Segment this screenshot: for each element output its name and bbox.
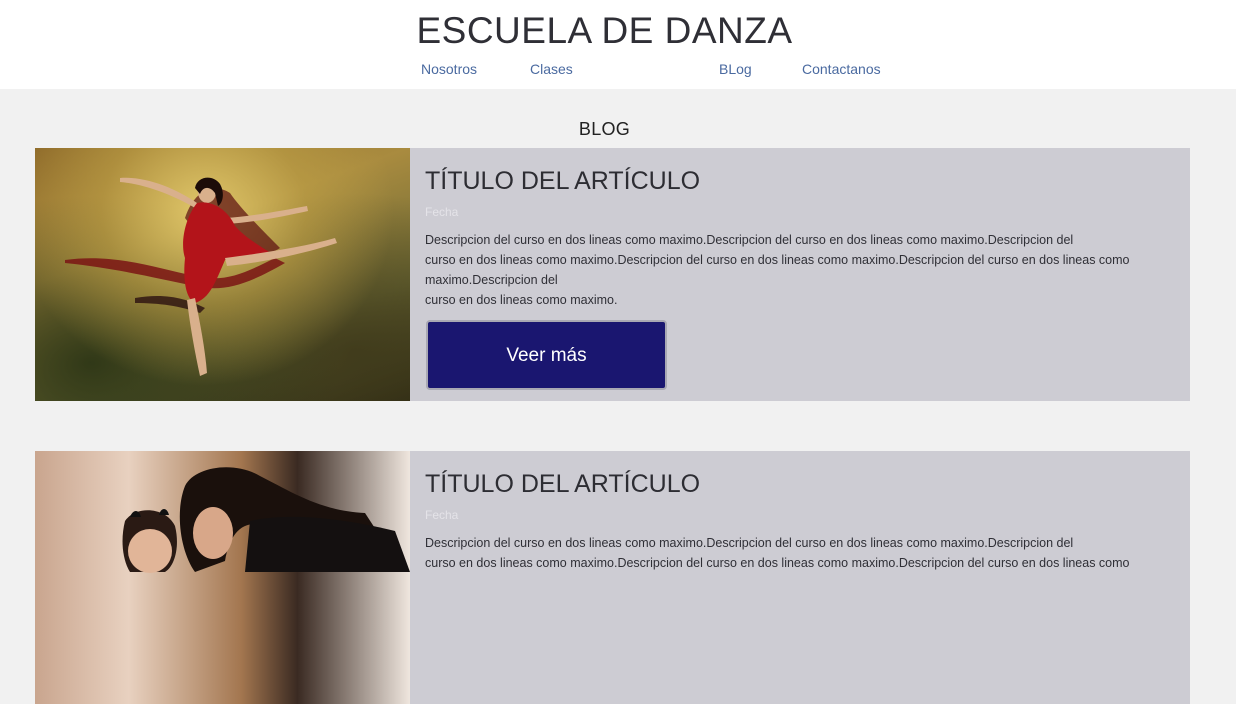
dancer-photo [35, 148, 410, 401]
nav-link-blog[interactable]: BLog [719, 61, 752, 77]
article-description-line: Descripcion del curso en dos lineas como… [425, 233, 1074, 247]
mother-child-figure-icon [122, 467, 410, 573]
article-description-line: curso en dos lineas como maximo.Descripc… [425, 253, 1130, 267]
article-card: TÍTULO DEL ARTÍCULO Fecha Descripcion de… [35, 148, 1190, 401]
article-description-line: maximo.Descripcion del [425, 273, 558, 287]
nav-link-clases[interactable]: Clases [530, 61, 573, 77]
section-title: BLOG [578, 119, 631, 139]
article-title: TÍTULO DEL ARTÍCULO [425, 470, 701, 498]
article-description-line: curso en dos lineas como maximo.Descripc… [425, 556, 1130, 570]
article-description-line: Descripcion del curso en dos lineas como… [425, 536, 1074, 550]
article-date: Fecha [425, 205, 459, 219]
dancer-figure-icon [65, 177, 337, 376]
mother-child-photo [35, 451, 410, 704]
nav-link-nosotros[interactable]: Nosotros [421, 61, 477, 77]
read-more-button[interactable]: Veer más [426, 320, 667, 390]
article-description-line: curso en dos lineas como maximo. [425, 293, 618, 307]
article-description: Descripcion del curso en dos lineas como… [425, 533, 1170, 573]
nav-link-contactanos[interactable]: Contactanos [802, 61, 881, 77]
article-title: TÍTULO DEL ARTÍCULO [425, 167, 701, 195]
site-title: ESCUELA DE DANZA [416, 10, 793, 51]
site-header: ESCUELA DE DANZA Nosotros Clases BLog Co… [0, 0, 1236, 89]
article-date: Fecha [425, 508, 459, 522]
article-description: Descripcion del curso en dos lineas como… [425, 230, 1170, 310]
article-card: TÍTULO DEL ARTÍCULO Fecha Descripcion de… [35, 451, 1190, 704]
